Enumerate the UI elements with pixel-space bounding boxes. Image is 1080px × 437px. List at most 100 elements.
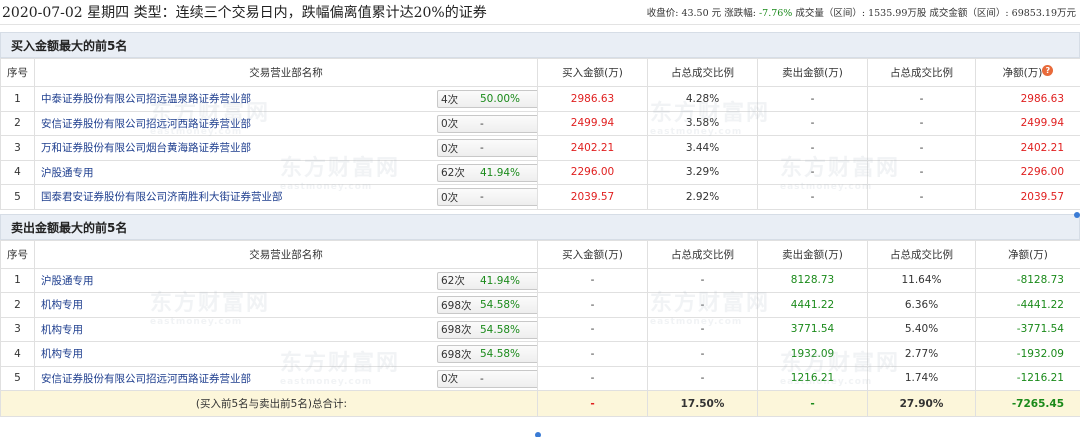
buy-amount: 2039.57 xyxy=(537,184,648,210)
history-pill[interactable]: 0次-▶ xyxy=(437,139,537,157)
buy-table: 序号 交易营业部名称 买入金额(万) 占总成交比例 卖出金额(万) 占总成交比例… xyxy=(0,58,1080,210)
total-sell-ratio: 27.90% xyxy=(867,390,976,417)
total-buy: - xyxy=(537,390,648,417)
sell-amount: - xyxy=(757,110,868,136)
table-row: 2机构专用698次54.58%▶--4441.226.36%-4441.22 xyxy=(0,292,1080,318)
history-pill[interactable]: 62次41.94%▶ xyxy=(437,271,537,290)
history-rate: - xyxy=(480,117,484,130)
net-amount: 2499.94 xyxy=(975,110,1080,136)
sell-ratio: 6.36% xyxy=(867,292,976,318)
history-count: 62次 xyxy=(441,167,465,179)
net-amount: 2296.00 xyxy=(975,159,1080,185)
net-amount: -8128.73 xyxy=(975,267,1080,293)
change-value: -7.76% xyxy=(758,8,793,19)
buy-ratio: 4.28% xyxy=(647,86,758,112)
sell-ratio: 5.40% xyxy=(867,316,976,342)
row-index: 3 xyxy=(0,316,35,342)
dept-cell: 机构专用 698次54.58%▶ xyxy=(34,341,538,367)
close-label: 收盘价: xyxy=(646,8,679,19)
buy-ratio: 2.92% xyxy=(647,184,758,210)
dept-link[interactable]: 沪股通专用 xyxy=(41,275,94,287)
history-rate: 50.00% xyxy=(480,93,521,105)
price-stats: 收盘价: 43.50 元 涨跌幅: -7.76% 成交量（区间）: 1535.9… xyxy=(647,5,1076,19)
col-sell-ratio: 占总成交比例 xyxy=(867,239,976,269)
table-row: 1沪股通专用62次41.94%▶--8128.7311.64%-8128.73 xyxy=(0,267,1080,293)
dept-link[interactable]: 安信证券股份有限公司招远河西路证券营业部 xyxy=(41,373,251,385)
col-dept-name: 交易营业部名称 xyxy=(34,239,538,269)
net-amount: -1932.09 xyxy=(975,341,1080,367)
history-count: 698次 xyxy=(441,299,472,312)
history-pill[interactable]: 0次-▶ xyxy=(437,114,537,133)
table-row: 1 中泰证券股份有限公司招远温泉路证券营业部 4次50.00%?2986.634.2… xyxy=(0,86,1080,112)
buy-amount: 2986.63 xyxy=(537,86,648,112)
total-row: (买入前5名与卖出前5名)总合计: -17.50% -27.90% -7265.45 xyxy=(0,390,1080,417)
dept-link[interactable]: 机构专用 xyxy=(41,324,83,336)
col-sell-ratio: 占总成交比例 xyxy=(867,58,976,87)
history-pill[interactable]: 698次54.58%▶ xyxy=(437,320,537,339)
col-buy-amount: 买入金额(万) xyxy=(537,58,648,87)
total-sell: - xyxy=(757,390,868,417)
total-buy-ratio: 17.50% xyxy=(647,390,758,417)
dept-link[interactable]: 机构专用 xyxy=(41,299,83,311)
dept-link[interactable]: 沪股通专用 xyxy=(41,167,94,179)
page-title: 2020-07-02 星期四 类型：连续三个交易日内，跌幅偏离值累计达20%的证… xyxy=(2,5,487,21)
sell-amount: 1216.21 xyxy=(757,365,868,391)
history-pill[interactable]: 4次50.00%? xyxy=(437,90,537,108)
sell-amount: - xyxy=(757,159,868,185)
resize-handle[interactable] xyxy=(1074,212,1080,218)
history-rate: 54.58% xyxy=(480,323,521,336)
net-amount: -4441.22 xyxy=(975,292,1080,318)
buy-ratio: - xyxy=(647,267,758,293)
sell-amount: - xyxy=(757,135,868,161)
history-count: 698次 xyxy=(441,324,472,336)
question-icon[interactable]: ? xyxy=(1042,65,1054,76)
buy-ratio: 3.29% xyxy=(647,159,758,185)
history-pill[interactable]: 698次54.58%▶ xyxy=(437,296,537,314)
buy-amount: - xyxy=(537,267,648,293)
history-count: 62次 xyxy=(441,275,465,287)
net-amount: 2039.57 xyxy=(975,184,1080,210)
buy-ratio: - xyxy=(647,341,758,367)
buy-amount: 2499.94 xyxy=(537,110,648,136)
dept-cell: 沪股通专用 62次41.94%▶ xyxy=(34,267,538,293)
history-pill[interactable]: 0次-▶ xyxy=(437,369,537,388)
row-index: 4 xyxy=(0,341,35,367)
sell-ratio: 2.77% xyxy=(867,341,976,367)
sell-amount: 8128.73 xyxy=(757,267,868,293)
history-pill[interactable]: 698次54.58%▶ xyxy=(437,345,537,363)
resize-handle[interactable] xyxy=(535,432,541,437)
row-index: 3 xyxy=(0,135,35,161)
history-count: 0次 xyxy=(441,142,459,155)
dept-link[interactable]: 安信证券股份有限公司招远河西路证券营业部 xyxy=(41,118,251,130)
buy-amount: - xyxy=(537,365,648,391)
row-index: 5 xyxy=(0,184,35,210)
row-index: 1 xyxy=(0,86,35,112)
sell-ratio: - xyxy=(867,159,976,185)
top-bar: 2020-07-02 星期四 类型：连续三个交易日内，跌幅偏离值累计达20%的证… xyxy=(0,0,1080,25)
dept-link[interactable]: 国泰君安证券股份有限公司济南胜利大街证券营业部 xyxy=(41,191,283,203)
dept-link[interactable]: 中泰证券股份有限公司招远温泉路证券营业部 xyxy=(41,93,251,105)
net-amount: 2402.21 xyxy=(975,135,1080,161)
history-rate: - xyxy=(480,372,484,385)
history-rate: 41.94% xyxy=(480,166,521,179)
history-pill[interactable]: 0次-▶ xyxy=(437,188,537,206)
dept-link[interactable]: 万和证券股份有限公司烟台黄海路证券营业部 xyxy=(41,142,251,154)
sell-ratio: 11.64% xyxy=(867,267,976,293)
buy-amount: - xyxy=(537,316,648,342)
dept-cell: 万和证券股份有限公司烟台黄海路证券营业部 0次-▶ xyxy=(34,135,538,161)
net-amount: -3771.54 xyxy=(975,316,1080,342)
col-net: 净额(万)? xyxy=(975,58,1080,87)
col-buy-ratio: 占总成交比例 xyxy=(647,239,758,269)
buy-amount: - xyxy=(537,341,648,367)
row-index: 4 xyxy=(0,159,35,185)
dept-cell: 中泰证券股份有限公司招远温泉路证券营业部 4次50.00%? xyxy=(34,86,538,112)
sell-table: 序号 交易营业部名称 买入金额(万) 占总成交比例 卖出金额(万) 占总成交比例… xyxy=(0,239,1080,417)
history-pill[interactable]: 62次41.94%▶ xyxy=(437,163,537,182)
change-label: 涨跌幅: xyxy=(724,8,756,19)
dept-cell: 沪股通专用62次41.94%▶ xyxy=(34,159,538,185)
table-row: 2安信证券股份有限公司招远河西路证券营业部0次-▶2499.943.58%--2… xyxy=(0,110,1080,136)
dept-link[interactable]: 机构专用 xyxy=(41,348,83,360)
volume-label: 成交量（区间）: xyxy=(795,8,866,19)
col-buy-ratio: 占总成交比例 xyxy=(647,58,758,87)
table-row: 3万和证券股份有限公司烟台黄海路证券营业部0次-▶2402.213.44%--2… xyxy=(0,135,1080,161)
